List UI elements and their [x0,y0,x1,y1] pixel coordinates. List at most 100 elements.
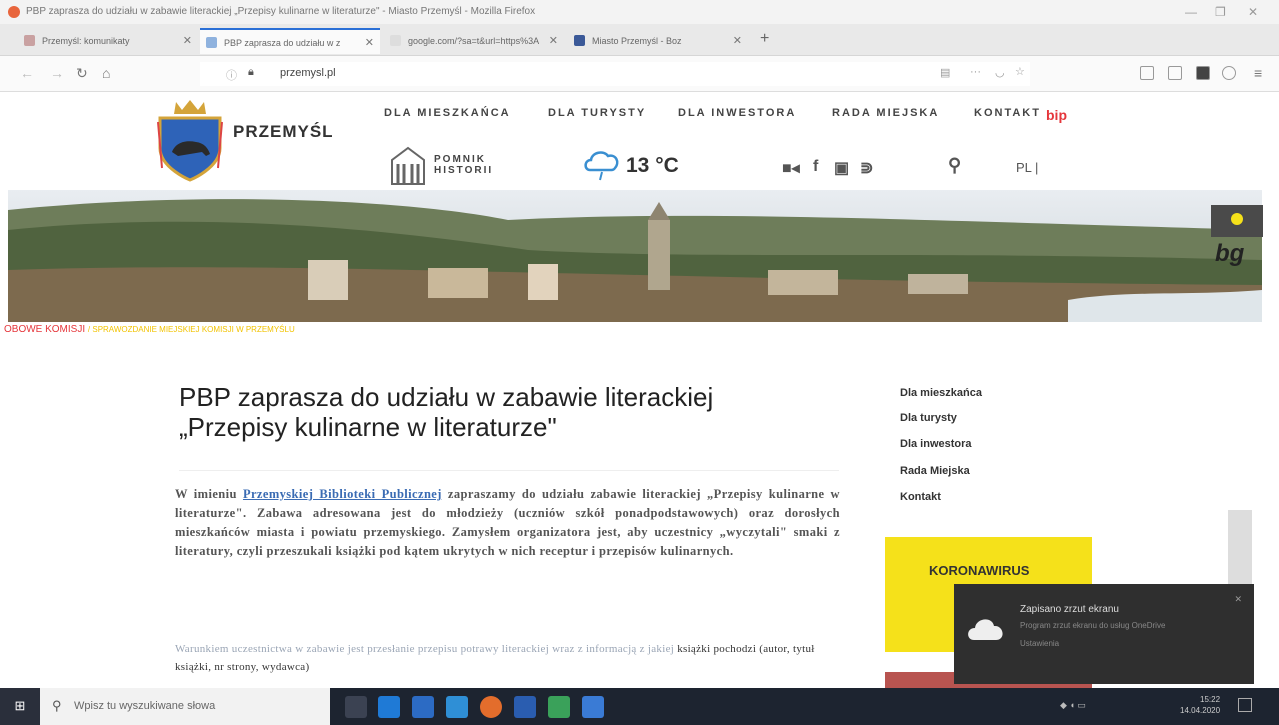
bookmark-star-icon[interactable]: ☆ [1015,65,1025,78]
firefox-icon [8,6,20,18]
close-window-icon[interactable]: ✕ [1248,5,1258,19]
city-panorama-banner [8,190,1262,322]
monument-line1: POMNIK [434,154,486,165]
clock-time: 15:22 [1200,695,1221,704]
extension-icon[interactable] [1196,66,1210,80]
facebook-icon [574,35,585,46]
search-icon[interactable]: ⚲ [948,155,961,176]
video-camera-icon[interactable]: ■◂ [782,158,800,178]
system-tray[interactable]: ◆ ◖ ▭ [1060,700,1086,711]
sidebar-link-rada[interactable]: Rada Miejska [900,465,970,477]
reload-icon[interactable]: ↻ [76,65,88,82]
tab-3[interactable]: Miasto Przemyśl - Boz ✕ [568,28,748,54]
nav-dla-inwestora[interactable]: DLA INWESTORA [678,107,796,119]
back-icon[interactable]: ← [20,65,34,81]
tab-favicon-icon [24,35,35,46]
bip-link[interactable]: bip [1046,107,1067,123]
store-icon[interactable] [446,696,468,718]
notification-close-icon[interactable]: ✕ [1234,594,1242,605]
menu-icon[interactable]: ≡ [1254,65,1262,81]
notification-body-text: Program zrzut ekranu do usług OneDrive [1020,621,1166,630]
nav-kontakt[interactable]: KONTAKT [974,107,1041,119]
paragraph-text: Warunkiem uczestnictwa w zabawie jest pr… [175,643,675,655]
site-brand[interactable]: PRZEMYŚL [233,122,334,142]
sidebar-link-turysty[interactable]: Dla turysty [900,412,957,424]
article-paragraph: W imieniu Przemyskiej Biblioteki Publicz… [175,485,840,561]
article-title-line1: PBP zaprasza do udziału w zabawie litera… [179,382,714,412]
info-icon[interactable]: ⓘ [226,67,237,83]
pocket-icon[interactable]: ◡ [995,66,1005,79]
koronawirus-label: KORONAWIRUS [929,563,1030,578]
contrast-toggle[interactable] [1211,205,1263,237]
temperature: 13 °C [626,154,679,177]
tab-close-icon[interactable]: ✕ [549,34,558,47]
taskbar-search[interactable]: ⚲ Wpisz tu wyszukiwane słowa [40,688,330,725]
account-icon[interactable] [1222,66,1236,80]
network-icon[interactable]: ◆ [1060,700,1067,710]
new-tab-icon[interactable]: + [760,30,769,48]
clock[interactable]: 15:22 14.04.2020 [1180,694,1220,716]
nav-dla-mieszkanca[interactable]: DLA MIESZKAŃCA [384,107,511,119]
notification-settings-link[interactable]: Ustawienia [1020,638,1165,650]
tab-close-icon[interactable]: ✕ [733,34,742,47]
volume-icon[interactable]: ◖ [1069,700,1074,710]
breadcrumb-item[interactable]: OBOWE KOMISJI [4,324,85,335]
language-switch[interactable]: PL | [1016,160,1038,175]
address-bar[interactable]: ⓘ 🔒︎ przemysl.pl ▤ ··· ◡ ☆ [200,62,1030,86]
tab-2[interactable]: google.com/?sa=t&url=https%3A ✕ [384,28,564,54]
tab-close-icon[interactable]: ✕ [183,34,192,47]
file-explorer-icon[interactable] [412,696,434,718]
facebook-icon[interactable]: f [813,158,818,176]
article-paragraph-2: Warunkiem uczestnictwa w zabawie jest pr… [175,640,840,676]
url-text: przemysl.pl [280,67,336,79]
windows-taskbar: ⊞ ⚲ Wpisz tu wyszukiwane słowa ◆ ◖ ▭ 15:… [0,688,1279,725]
monument-label: POMNIK HISTORII [434,154,493,176]
battery-icon[interactable]: ▭ [1077,700,1086,710]
task-view-icon[interactable] [345,696,367,718]
tab-label: Miasto Przemyśl - Boz [592,36,682,46]
nav-rada-miejska[interactable]: RADA MIEJSKA [832,107,939,119]
tab-favicon-icon [390,35,401,46]
tab-bar: Przemyśl: komunikaty ✕ PBP zaprasza do u… [0,24,1279,56]
app-green-icon[interactable] [548,696,570,718]
article-title: PBP zaprasza do udziału w zabawie litera… [179,382,859,442]
windows-notification[interactable]: Zapisano zrzut ekranu Program zrzut ekra… [954,584,1254,684]
monument-icon [391,146,425,185]
edge-icon[interactable] [378,696,400,718]
reader-view-icon[interactable]: ▤ [940,66,950,79]
notification-heading: Zapisano zrzut ekranu [1020,604,1119,615]
sidebar-icon[interactable] [1168,66,1182,80]
tab-0[interactable]: Przemyśl: komunikaty ✕ [18,28,198,54]
eye-icon [1231,213,1243,225]
start-button[interactable]: ⊞ [0,688,40,725]
home-icon[interactable]: ⌂ [102,65,110,81]
pomnik-historii-link[interactable]: POMNIK HISTORII [388,146,508,186]
city-coat-of-arms-icon[interactable] [156,98,224,182]
nav-dla-turysty[interactable]: DLA TURYSTY [548,107,646,119]
maximize-icon[interactable]: ❐ [1215,5,1226,19]
monument-line2: HISTORII [434,165,494,176]
sidebar-link-inwestora[interactable]: Dla inwestora [900,438,972,450]
library-icon[interactable] [1140,66,1154,80]
divider [179,470,839,471]
onedrive-cloud-icon [968,619,1003,640]
tab-1[interactable]: PBP zaprasza do udziału w z ✕ [200,28,380,54]
library-link[interactable]: Przemyskiej Biblioteki Publicznej [243,487,442,501]
tab-favicon-icon [206,37,217,48]
page-actions-icon[interactable]: ··· [970,66,981,78]
sidebar-link-kontakt[interactable]: Kontakt [900,491,941,503]
forward-icon[interactable]: → [50,65,64,81]
youtube-icon[interactable]: ▣ [834,158,849,178]
tab-close-icon[interactable]: ✕ [365,36,374,49]
app-blue-icon[interactable] [582,696,604,718]
minimize-icon[interactable]: — [1185,5,1197,19]
sign-language-link[interactable]: bg [1215,240,1244,268]
action-center-icon[interactable] [1238,698,1252,712]
firefox-taskbar-icon[interactable] [480,696,502,718]
taskbar-search-placeholder: Wpisz tu wyszukiwane słowa [74,700,216,712]
side-scroll-widget[interactable] [1228,510,1252,590]
sidebar-link-mieszkanca[interactable]: Dla mieszkańca [900,387,982,399]
rss-icon[interactable]: ⋑ [860,158,873,178]
search-icon: ⚲ [52,698,62,713]
dropbox-icon[interactable] [514,696,536,718]
